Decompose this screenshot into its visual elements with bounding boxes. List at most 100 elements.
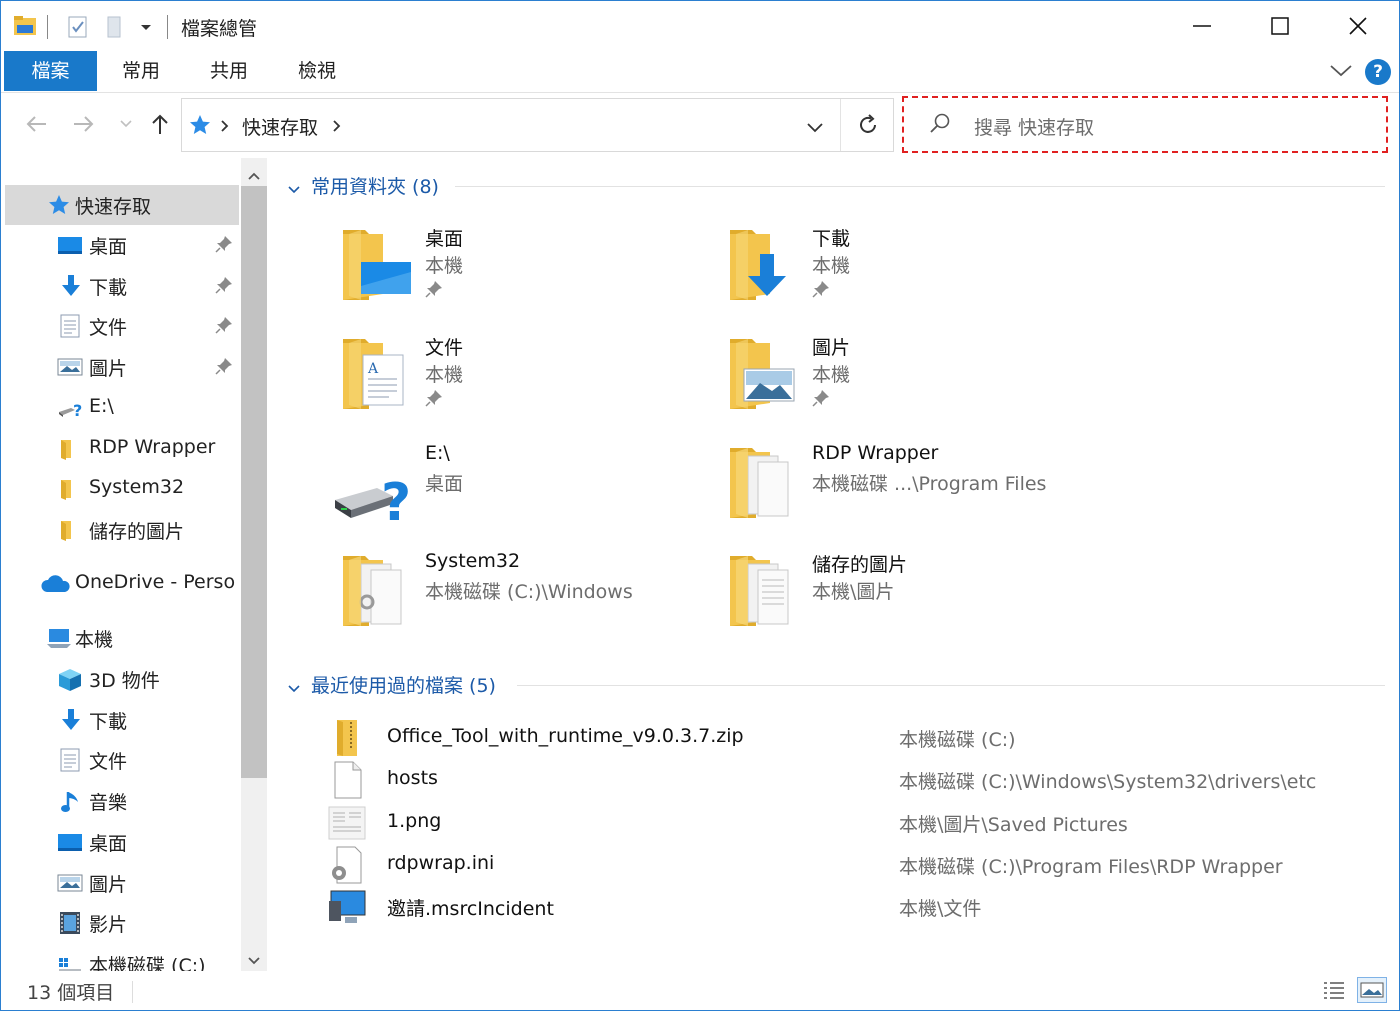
tile-location: 桌面 <box>425 473 464 495</box>
tab-home[interactable]: 常用 <box>109 51 173 91</box>
frequent-folders-header[interactable]: 常用資料夾 (8) <box>311 172 439 199</box>
sidebar-item-3d-objects[interactable]: 3D 物件 <box>1 659 239 699</box>
pin-icon[interactable] <box>215 357 233 380</box>
tile-rdp-wrapper[interactable]: RDP Wrapper 本機磁碟 ...\Program Files <box>724 442 1104 542</box>
sidebar-scrollbar[interactable] <box>241 158 267 971</box>
sidebar-item-downloads[interactable]: 下載 <box>1 266 239 306</box>
folder-icon <box>57 477 81 501</box>
refresh-button[interactable] <box>857 114 879 140</box>
tile-name: E:\ <box>425 442 450 464</box>
tile-documents[interactable]: A 文件 本機 <box>337 333 717 433</box>
new-folder-icon[interactable] <box>105 15 125 43</box>
scroll-up-arrow[interactable] <box>247 166 261 185</box>
large-icons-view-icon <box>1360 982 1384 998</box>
recent-file-row[interactable]: 1.png 本機\圖片\Saved Pictures <box>327 803 1387 843</box>
scroll-down-arrow[interactable] <box>247 951 261 970</box>
breadcrumb-quick-access[interactable]: 快速存取 <box>242 113 318 140</box>
tile-pictures[interactable]: 圖片 本機 <box>724 333 1104 433</box>
sidebar-item-pictures-pc[interactable]: 圖片 <box>1 863 239 903</box>
sidebar-item-drive-c[interactable]: 本機磁碟 (C:) <box>1 944 239 971</box>
pin-icon[interactable] <box>215 276 233 299</box>
tab-file[interactable]: 檔案 <box>4 51 97 91</box>
breadcrumb-chevron-icon[interactable] <box>332 118 342 137</box>
address-bar[interactable]: 快速存取 <box>181 98 894 152</box>
minimize-button[interactable] <box>1163 1 1241 51</box>
address-history-dropdown[interactable] <box>806 119 824 138</box>
sidebar-item-label: 音樂 <box>89 792 128 814</box>
documents-icon <box>59 748 83 772</box>
search-box[interactable]: 搜尋 快速存取 <box>902 96 1388 153</box>
tile-e-drive[interactable]: ? E:\ 桌面 <box>335 442 717 542</box>
sidebar-item-label: 桌面 <box>89 236 128 258</box>
breadcrumb-chevron-icon <box>220 118 230 137</box>
tile-saved-pictures[interactable]: 儲存的圖片 本機\圖片 <box>724 550 1104 650</box>
sidebar-item-downloads-pc[interactable]: 下載 <box>1 700 239 740</box>
recent-file-row[interactable]: hosts 本機磁碟 (C:)\Windows\System32\drivers… <box>327 760 1387 800</box>
sidebar-item-label: 影片 <box>89 914 128 936</box>
tile-location: 本機磁碟 (C:)\Windows <box>425 581 633 603</box>
chevron-down-icon[interactable] <box>287 180 301 199</box>
pin-icon <box>812 389 830 411</box>
details-view-button[interactable] <box>1321 979 1347 1005</box>
zip-folder-icon <box>327 718 367 758</box>
recent-file-row[interactable]: 邀請.msrcIncident 本機\文件 <box>327 887 1387 927</box>
tab-view[interactable]: 檢視 <box>285 51 349 91</box>
file-location: 本機磁碟 (C:)\Program Files\RDP Wrapper <box>899 856 1283 878</box>
file-name: rdpwrap.ini <box>387 852 495 874</box>
customize-toolbar-icon[interactable] <box>139 17 153 39</box>
maximize-button[interactable] <box>1241 1 1319 51</box>
recent-file-row[interactable]: Office_Tool_with_runtime_v9.0.3.7.zip 本機… <box>327 718 1387 758</box>
sidebar-item-pictures[interactable]: 圖片 <box>1 347 239 387</box>
recent-locations-button[interactable] <box>109 106 143 142</box>
tile-downloads[interactable]: 下載 本機 <box>724 224 1104 324</box>
sidebar-item-system32[interactable]: System32 <box>1 469 239 509</box>
tile-name: 下載 <box>812 228 851 250</box>
pictures-icon <box>57 871 83 895</box>
recent-files-header[interactable]: 最近使用過的檔案 (5) <box>311 671 496 698</box>
close-button[interactable] <box>1319 1 1397 51</box>
sidebar-item-documents-pc[interactable]: 文件 <box>1 740 239 780</box>
sidebar-item-label: 文件 <box>89 751 128 773</box>
up-arrow-icon <box>152 114 168 134</box>
sidebar-item-documents[interactable]: 文件 <box>1 306 239 346</box>
folder-icon <box>337 550 417 640</box>
pin-icon[interactable] <box>215 316 233 339</box>
sidebar-item-desktop-pc[interactable]: 桌面 <box>1 822 239 862</box>
tab-share[interactable]: 共用 <box>197 51 261 91</box>
sidebar-item-onedrive[interactable]: OneDrive - Perso <box>1 564 239 604</box>
chevron-down-icon[interactable] <box>287 679 301 698</box>
back-button[interactable] <box>19 106 53 142</box>
recent-file-row[interactable]: rdpwrap.ini 本機磁碟 (C:)\Program Files\RDP … <box>327 845 1387 885</box>
sidebar-item-label: System32 <box>89 476 185 498</box>
sidebar-item-label: E:\ <box>89 395 114 417</box>
sidebar-item-music[interactable]: 音樂 <box>1 781 239 821</box>
explorer-app-icon[interactable] <box>13 15 37 41</box>
tile-desktop[interactable]: 桌面 本機 <box>337 224 717 324</box>
sidebar-item-e-drive[interactable]: ? E:\ <box>1 388 239 428</box>
tile-system32[interactable]: System32 本機磁碟 (C:)\Windows <box>337 550 717 650</box>
refresh-icon <box>860 114 876 133</box>
tile-name: 桌面 <box>425 228 464 250</box>
forward-button[interactable] <box>67 106 101 142</box>
back-arrow-icon <box>26 116 46 132</box>
pin-icon[interactable] <box>215 235 233 258</box>
sidebar-item-saved-pictures[interactable]: 儲存的圖片 <box>1 510 239 550</box>
properties-icon[interactable] <box>67 15 89 43</box>
up-button[interactable] <box>143 106 177 142</box>
scrollbar-thumb[interactable] <box>241 186 267 778</box>
sidebar-item-quick-access[interactable]: 快速存取 <box>5 185 239 225</box>
sidebar-item-rdp-wrapper[interactable]: RDP Wrapper <box>1 429 239 469</box>
search-input[interactable]: 搜尋 快速存取 <box>974 113 1094 140</box>
pictures-icon <box>57 355 83 379</box>
title-separator <box>167 15 168 39</box>
sidebar-item-videos[interactable]: 影片 <box>1 903 239 943</box>
large-icons-view-button[interactable] <box>1357 977 1387 1003</box>
sidebar-item-this-pc[interactable]: 本機 <box>1 618 239 658</box>
title-separator <box>47 15 48 39</box>
svg-text:?: ? <box>381 473 411 532</box>
expand-ribbon-icon[interactable] <box>1329 63 1353 83</box>
pin-icon <box>425 389 443 411</box>
help-button[interactable]: ? <box>1365 59 1391 85</box>
file-location: 本機磁碟 (C:) <box>899 729 1016 751</box>
sidebar-item-desktop[interactable]: 桌面 <box>1 225 239 265</box>
